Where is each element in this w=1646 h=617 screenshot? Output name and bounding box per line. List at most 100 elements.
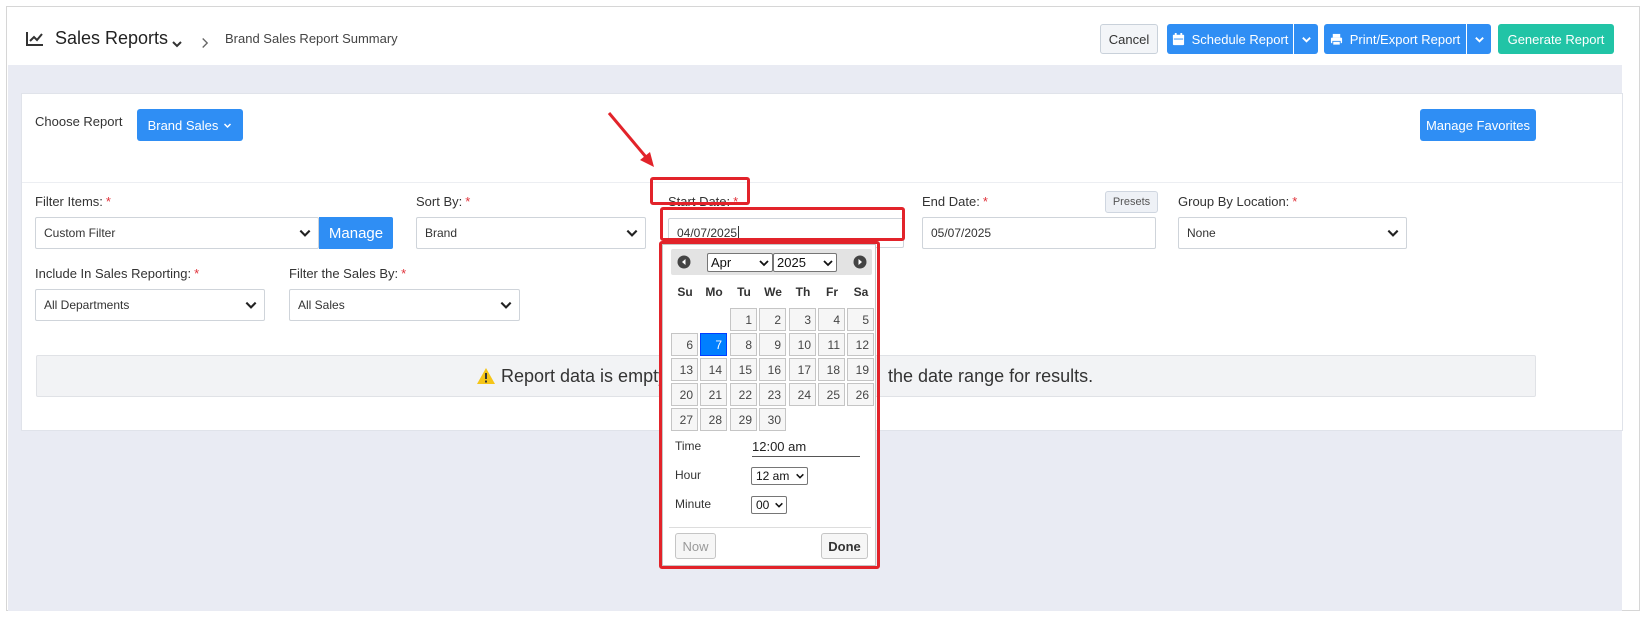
chevron-down-icon: [299, 229, 311, 237]
calendar-day[interactable]: 5: [847, 308, 874, 331]
calendar-day[interactable]: 11: [818, 333, 845, 356]
year-value: 2025: [777, 255, 806, 270]
calendar-day[interactable]: 13: [671, 358, 698, 381]
calendar-icon: [1172, 32, 1185, 46]
now-button[interactable]: Now: [675, 533, 716, 559]
month-value: Apr: [711, 255, 732, 270]
alert-text-right: the date range for results.: [888, 366, 1094, 386]
calendar-day[interactable]: 19: [847, 358, 874, 381]
datepicker-popup: Apr 2025 Su Mo Tu We Th Fr Sa 1 2 3 4 5 6 7 8 9 10 11 12 1…: [662, 244, 876, 566]
calendar-day[interactable]: 20: [671, 383, 698, 406]
filter-sales-by-select[interactable]: All Sales: [289, 289, 520, 321]
group-by-location-select[interactable]: None: [1178, 217, 1407, 249]
calendar-day[interactable]: 29: [730, 408, 757, 431]
calendar-day[interactable]: 12: [847, 333, 874, 356]
calendar-day[interactable]: 7: [700, 333, 727, 356]
schedule-report-button[interactable]: Schedule Report: [1167, 24, 1293, 54]
breadcrumb: Brand Sales Report Summary: [225, 31, 398, 46]
end-date-input[interactable]: 05/07/2025: [922, 217, 1156, 249]
calendar-day[interactable]: 26: [847, 383, 874, 406]
calendar-day[interactable]: 28: [700, 408, 727, 431]
filter-sales-by-label: Filter the Sales By: *: [289, 266, 407, 281]
minute-label: Minute: [675, 497, 712, 511]
done-button[interactable]: Done: [821, 533, 868, 559]
minute-select[interactable]: 00: [751, 496, 787, 514]
calendar-day[interactable]: 16: [759, 358, 786, 381]
choose-report-value: Brand Sales: [147, 117, 219, 133]
print-export-dropdown-toggle[interactable]: [1467, 24, 1491, 54]
choose-report-dropdown[interactable]: Brand Sales: [137, 109, 243, 141]
calendar-day[interactable]: 23: [759, 383, 786, 406]
calendar-day[interactable]: 6: [671, 333, 698, 356]
datepicker-header: Apr 2025: [671, 249, 872, 275]
schedule-dropdown-toggle[interactable]: [1294, 24, 1318, 54]
sort-by-value: Brand: [425, 226, 458, 240]
alert-text-left: Report data is empty: [501, 366, 668, 386]
cancel-button[interactable]: Cancel: [1100, 24, 1158, 54]
weekday-th: Th: [795, 285, 811, 299]
time-label: Time: [675, 439, 702, 453]
weekday-tu: Tu: [737, 285, 751, 299]
calendar-day[interactable]: 18: [818, 358, 845, 381]
chevron-down-icon[interactable]: [171, 38, 183, 50]
weekday-we: We: [764, 285, 782, 299]
manage-filter-button[interactable]: Manage: [319, 217, 393, 249]
sort-by-select[interactable]: Brand: [416, 217, 646, 249]
presets-button[interactable]: Presets: [1105, 191, 1158, 213]
filter-items-select[interactable]: Custom Filter: [35, 217, 319, 249]
printer-icon: [1330, 33, 1343, 46]
calendar-day[interactable]: 17: [789, 358, 816, 381]
annotation-arrow: [607, 112, 654, 167]
calendar-day[interactable]: 3: [789, 308, 816, 331]
calendar-day[interactable]: 4: [818, 308, 845, 331]
month-select[interactable]: Apr: [707, 253, 773, 272]
chevron-down-icon: [796, 473, 804, 479]
chevron-down-icon: [823, 260, 833, 267]
calendar-day[interactable]: 9: [759, 333, 786, 356]
hour-select[interactable]: 12 am: [751, 467, 808, 485]
chevron-right-icon: [202, 38, 209, 48]
calendar-day[interactable]: 15: [730, 358, 757, 381]
calendar-day[interactable]: 21: [700, 383, 727, 406]
prev-month-icon[interactable]: [677, 255, 691, 269]
hour-value: 12 am: [756, 469, 790, 483]
filter-items-value: Custom Filter: [44, 226, 116, 240]
end-date-label: End Date: *: [922, 194, 988, 209]
calendar-day[interactable]: 2: [759, 308, 786, 331]
group-by-location-value: None: [1187, 226, 1216, 240]
generate-report-button[interactable]: Generate Report: [1498, 24, 1614, 54]
chevron-down-icon: [1301, 36, 1311, 43]
datepicker-footer-divider: [669, 527, 871, 528]
calendar-day[interactable]: 22: [730, 383, 757, 406]
manage-filter-label: Manage: [328, 224, 384, 242]
calendar-day[interactable]: 1: [730, 308, 757, 331]
year-select[interactable]: 2025: [773, 253, 837, 272]
minute-value: 00: [756, 498, 770, 512]
calendar-day[interactable]: 8: [730, 333, 757, 356]
cancel-label: Cancel: [1108, 31, 1150, 47]
line-chart-icon: [26, 32, 43, 46]
filter-items-label: Filter Items: *: [35, 194, 111, 209]
chevron-down-icon: [759, 260, 769, 267]
manage-favorites-button[interactable]: Manage Favorites: [1420, 109, 1536, 141]
end-date-value: 05/07/2025: [931, 226, 992, 240]
calendar-day[interactable]: 14: [700, 358, 727, 381]
calendar-day[interactable]: 30: [759, 408, 786, 431]
include-in-sales-select[interactable]: All Departments: [35, 289, 265, 321]
next-month-icon[interactable]: [853, 255, 867, 269]
time-value: 12:00 am: [752, 439, 860, 457]
chevron-down-icon: [245, 301, 257, 309]
calendar-day[interactable]: 10: [789, 333, 816, 356]
calendar-day[interactable]: 25: [818, 383, 845, 406]
weekday-fr: Fr: [826, 285, 838, 299]
manage-favorites-label: Manage Favorites: [1425, 117, 1531, 133]
chevron-down-icon: [1387, 229, 1399, 237]
schedule-report-label: Schedule Report: [1191, 31, 1289, 47]
print-export-button[interactable]: Print/Export Report: [1324, 24, 1466, 54]
weekday-su: Su: [677, 285, 693, 299]
weekday-mo: Mo: [705, 285, 723, 299]
calendar-day[interactable]: 24: [789, 383, 816, 406]
generate-report-label: Generate Report: [1507, 31, 1605, 47]
page-title[interactable]: Sales Reports: [55, 28, 168, 49]
calendar-day[interactable]: 27: [671, 408, 698, 431]
